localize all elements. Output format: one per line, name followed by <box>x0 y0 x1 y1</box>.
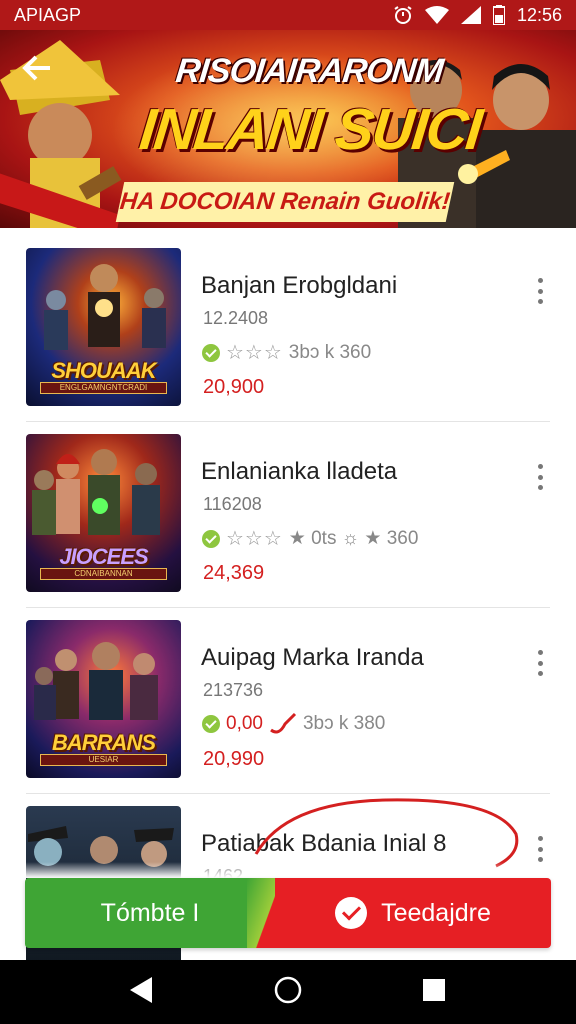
action-bar: Tómbte I Teedajdre <box>25 878 551 948</box>
kebab-menu-icon[interactable] <box>530 276 550 306</box>
check-icon <box>335 897 368 929</box>
primary-red-button-label: Teedajdre <box>381 898 491 927</box>
banner-tagline-box: HA DOCOIAN Renain Guolik! <box>115 182 455 222</box>
nav-recents-icon[interactable] <box>422 978 446 1007</box>
item-meta: ☆☆☆ ★ 0ts ☼ ★ 360 <box>202 526 418 551</box>
thumb-subtitle: ENGLGAMNGNTCRADI <box>40 382 167 394</box>
banner-title-top: RISOIAIRARONM <box>174 52 445 90</box>
item-meta-text: ★ 0ts ☼ ★ 360 <box>288 528 419 549</box>
thumb-title: BARRANS <box>52 730 156 755</box>
kebab-menu-icon[interactable] <box>530 648 550 678</box>
item-thumbnail[interactable]: SHOUAAK ENGLGAMNGNTCRADI <box>26 248 181 406</box>
signal-icon <box>460 6 481 24</box>
thumb-title: JIOCEES <box>59 544 148 569</box>
nav-back-icon[interactable] <box>130 976 154 1008</box>
list-item[interactable]: SHOUAAK ENGLGAMNGNTCRADI Banjan Erobglda… <box>26 236 550 422</box>
item-subtitle: 12.2408 <box>203 308 269 328</box>
kebab-menu-icon[interactable] <box>530 462 550 492</box>
screen: APIAGP 12:56 RISOIAIRARONM INLANI SUICI … <box>0 0 576 1024</box>
item-title: Enlanianka lladeta <box>201 458 398 485</box>
item-price: 24,369 <box>203 562 265 584</box>
promo-banner[interactable]: RISOIAIRARONM INLANI SUICI HA DOCOIAN Re… <box>0 30 576 228</box>
item-subtitle: 213736 <box>203 680 264 700</box>
status-carrier: APIAGP <box>14 4 82 25</box>
rating-stars-icon: ☆☆☆ <box>226 528 283 550</box>
wifi-icon <box>424 6 449 24</box>
item-thumbnail[interactable]: JIOCEES CDNAIBANNAN <box>26 434 181 592</box>
banner-tagline: HA DOCOIAN Renain Guolik! <box>118 188 452 215</box>
item-subtitle: 116208 <box>203 494 262 514</box>
battery-icon <box>492 5 505 25</box>
list-item[interactable]: JIOCEES CDNAIBANNAN Enlanianka lladeta 1… <box>26 422 550 608</box>
alarm-icon <box>394 6 412 24</box>
thumb-subtitle: CDNAIBANNAN <box>40 568 167 580</box>
back-arrow-icon[interactable] <box>18 48 58 88</box>
item-meta: 0,00 3bɔ k 380 <box>202 712 385 736</box>
primary-red-button[interactable]: Teedajdre <box>275 878 551 948</box>
item-title: Auipag Marka Iranda <box>201 644 424 671</box>
item-meta: ☆☆☆ 3bɔ k 360 <box>202 340 371 365</box>
verified-icon <box>202 343 220 362</box>
status-bar: APIAGP 12:56 <box>0 0 576 30</box>
item-price: 20,990 <box>203 748 265 770</box>
primary-green-button-label: Tómbte I <box>100 898 200 927</box>
verified-icon <box>202 715 220 733</box>
annotation-mark-icon <box>270 712 297 734</box>
item-meta-price: 0,00 <box>226 713 263 734</box>
system-nav-bar <box>0 960 576 1024</box>
banner-title-main: INLANI SUICI <box>136 97 484 162</box>
list-fade <box>0 862 576 878</box>
status-icons: 12:56 <box>393 5 562 26</box>
nav-home-icon[interactable] <box>274 976 302 1009</box>
item-meta-text: 3bɔ k 360 <box>288 341 372 363</box>
status-time: 12:56 <box>516 4 562 25</box>
item-thumbnail[interactable]: BARRANS UESIAR <box>26 620 181 778</box>
item-meta-text: 3bɔ k 380 <box>302 713 386 734</box>
primary-green-button[interactable]: Tómbte I <box>25 878 275 948</box>
thumb-subtitle: UESIAR <box>40 754 167 766</box>
item-title: Banjan Erobgldani <box>201 272 398 299</box>
list-item[interactable]: BARRANS UESIAR Auipag Marka Iranda 21373… <box>26 608 550 794</box>
verified-icon <box>202 529 220 548</box>
item-price: 20,900 <box>203 376 265 398</box>
thumb-title: SHOUAAK <box>51 358 156 383</box>
rating-stars-icon: ☆☆☆ <box>226 342 283 364</box>
